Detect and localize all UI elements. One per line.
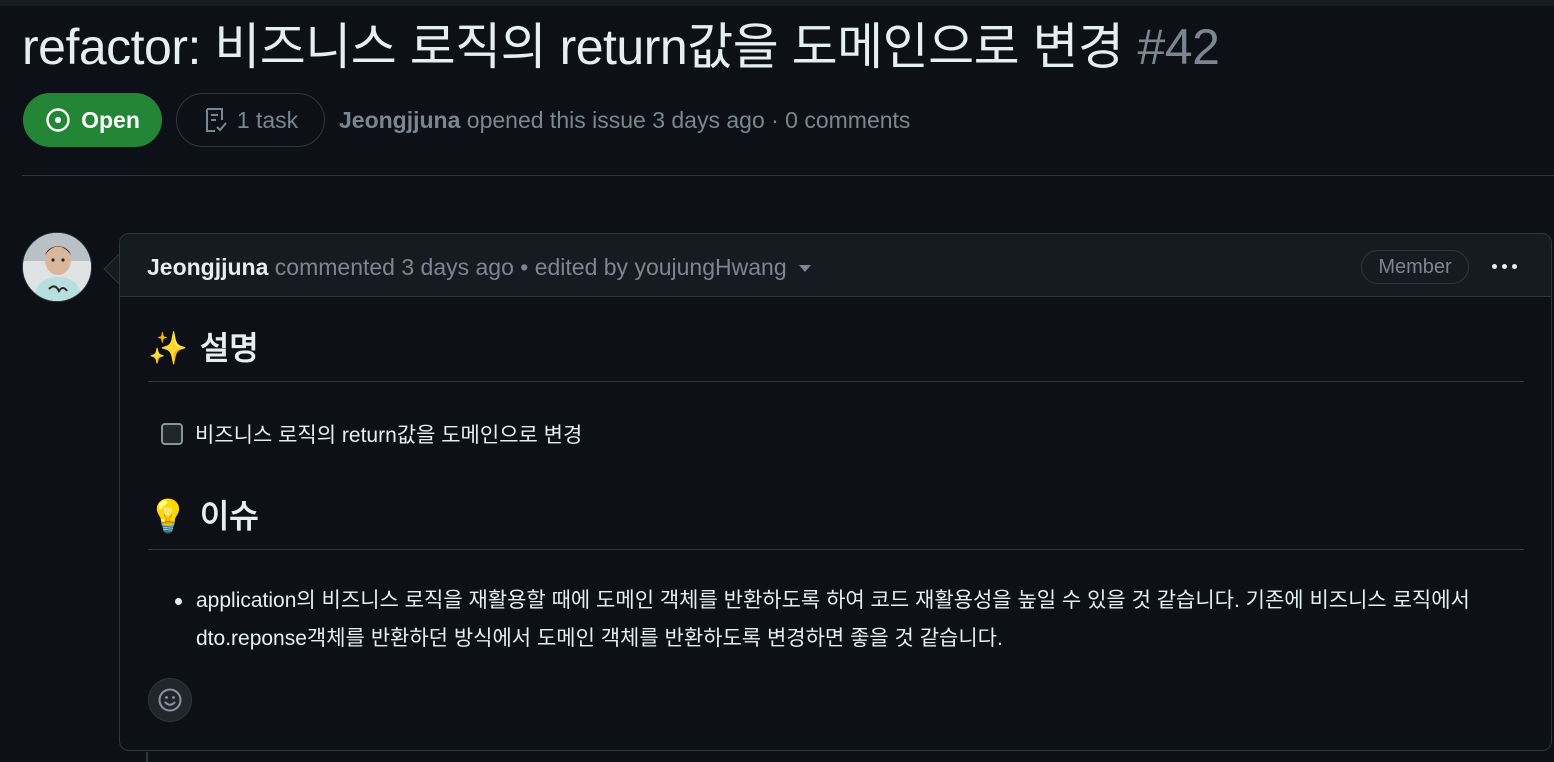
comment-author-link[interactable]: Jeongjjuna [147, 254, 268, 280]
task-label: 비즈니스 로직의 return값을 도메인으로 변경 [195, 424, 583, 447]
list-item: application의 비즈니스 로직을 재활용할 때에 도메인 객체를 반환… [169, 582, 1529, 658]
triangle-down-icon[interactable] [798, 265, 811, 273]
member-badge: Member [1361, 250, 1469, 284]
status-label: Open [81, 106, 140, 133]
issue-meta-text: opened this issue 3 days ago · 0 comment… [460, 107, 911, 133]
comment-box: Jeongjjuna commented 3 days ago • edited… [119, 233, 1552, 751]
section-heading-text: 이슈 [199, 498, 259, 534]
sparkles-icon: ✨ [148, 330, 188, 366]
comment-action-text: commented 3 days ago • edited by youjung… [268, 254, 787, 280]
issue-title: refactor: 비즈니스 로직의 return값을 도메인으로 변경 #42 [22, 14, 1220, 80]
section-heading-description: ✨ 설명 [148, 328, 259, 368]
comment-header-text: Jeongjjuna commented 3 days ago • edited… [147, 252, 811, 282]
task-count-pill[interactable]: 1 task [176, 93, 325, 147]
task-count-label: 1 task [236, 106, 299, 133]
heading-divider [148, 381, 1524, 382]
issue-meta: Jeongjjuna opened this issue 3 days ago … [339, 104, 910, 136]
avatar[interactable] [22, 232, 92, 302]
smiley-icon [158, 688, 182, 712]
section-heading-text: 설명 [199, 330, 259, 366]
checklist-icon [205, 108, 227, 132]
comment-header: Jeongjjuna commented 3 days ago • edited… [120, 234, 1551, 297]
heading-divider [148, 549, 1524, 550]
issue-number: #42 [1137, 19, 1220, 75]
issue-title-text: refactor: 비즈니스 로직의 return값을 도메인으로 변경 [22, 19, 1124, 75]
issue-opened-icon [46, 108, 70, 132]
kebab-dot [1511, 263, 1517, 269]
section-heading-issue: 💡 이슈 [148, 496, 259, 536]
kebab-dot [1501, 263, 1507, 269]
status-badge: Open [23, 93, 162, 147]
add-reaction-button[interactable] [148, 678, 192, 722]
header-divider [22, 175, 1554, 176]
issue-author-link[interactable]: Jeongjjuna [339, 107, 460, 133]
timeline-line [146, 752, 148, 762]
kebab-dot [1491, 263, 1497, 269]
top-edge [0, 0, 1554, 6]
task-checkbox[interactable] [161, 423, 183, 445]
task-list-item: 비즈니스 로직의 return값을 도메인으로 변경 [161, 419, 582, 449]
comment-menu-button[interactable] [1486, 252, 1522, 280]
light-bulb-icon: 💡 [148, 498, 188, 534]
avatar-photo-icon [23, 233, 91, 301]
